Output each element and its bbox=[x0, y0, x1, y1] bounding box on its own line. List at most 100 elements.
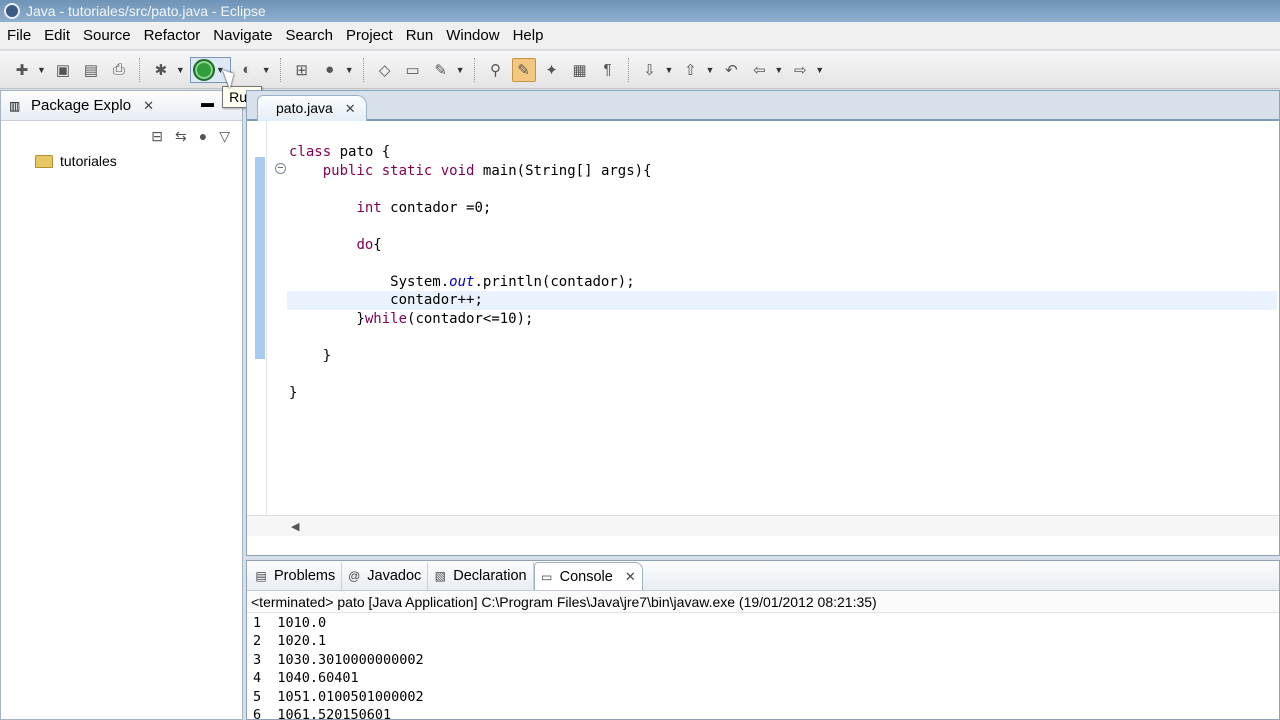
tree-item-label: tutoriales bbox=[60, 153, 117, 169]
package-explorer-tab[interactable]: ▥ Package Explo ✕ ▬ bbox=[1, 91, 242, 121]
console-status: <terminated> pato [Java Application] C:\… bbox=[247, 591, 1279, 613]
tab-console-label: Console bbox=[559, 568, 613, 585]
at-icon: @ bbox=[348, 569, 361, 583]
search-icon[interactable]: ⚲ bbox=[484, 58, 508, 82]
forward-dropdown-icon[interactable]: ▼ bbox=[815, 65, 824, 75]
code-editor[interactable]: − class pato { public static void main(S… bbox=[247, 121, 1279, 536]
run-icon[interactable] bbox=[192, 58, 215, 81]
code-line[interactable] bbox=[289, 328, 1277, 347]
menu-window[interactable]: Window bbox=[440, 22, 506, 50]
console-line: 5 1051.0100501000002 bbox=[253, 688, 424, 705]
tab-console[interactable]: ▭ Console ✕ bbox=[533, 562, 643, 590]
main-toolbar: ✚ ▼ ▣ ▤ ⎙ ✱ ▼ ▼ ◐ ▼ ⊞ ● ▼ ◇ ▭ ✎ ▼ ⚲ ✎ ✦ … bbox=[0, 51, 1280, 89]
open-type-icon[interactable]: ◇ bbox=[373, 58, 397, 82]
menu-refactor[interactable]: Refactor bbox=[138, 22, 208, 50]
range-indicator bbox=[255, 157, 265, 359]
save-all-icon[interactable]: ▤ bbox=[79, 58, 103, 82]
code-line[interactable] bbox=[289, 365, 1277, 384]
scroll-left-icon[interactable]: ◀ bbox=[291, 520, 299, 533]
open-task-icon[interactable]: ✎ bbox=[429, 58, 453, 82]
code-line[interactable]: }while(contador<=10); bbox=[289, 310, 1277, 329]
previous-annotation-icon[interactable]: ⇧ bbox=[678, 58, 702, 82]
tab-pato-java[interactable]: pato.java ✕ bbox=[257, 95, 367, 121]
new-java-project-icon[interactable]: ⊞ bbox=[290, 58, 314, 82]
menu-help[interactable]: Help bbox=[507, 22, 551, 50]
new-class-dropdown-icon[interactable]: ▼ bbox=[345, 65, 354, 75]
view-menu-icon[interactable]: ▽ bbox=[219, 128, 230, 145]
collapse-all-icon[interactable]: ⊟ bbox=[151, 128, 163, 145]
horizontal-scrollbar[interactable]: ◀ bbox=[247, 515, 1279, 536]
close-icon[interactable]: ✕ bbox=[625, 569, 636, 585]
focus-on-task-icon[interactable]: ● bbox=[199, 128, 207, 144]
fold-collapse-icon[interactable]: − bbox=[275, 163, 286, 174]
code-line[interactable]: contador++; bbox=[287, 291, 1277, 310]
declaration-icon: ▧ bbox=[434, 569, 446, 583]
toolbar-separator bbox=[362, 57, 365, 82]
back-dropdown-icon[interactable]: ▼ bbox=[774, 65, 783, 75]
close-icon[interactable]: ✕ bbox=[143, 98, 154, 114]
console-line: 4 1040.60401 bbox=[253, 670, 359, 687]
code-line[interactable]: do{ bbox=[289, 236, 1277, 255]
console-icon: ▭ bbox=[540, 569, 553, 584]
external-tools-dropdown-icon[interactable]: ▼ bbox=[262, 65, 271, 75]
menu-edit[interactable]: Edit bbox=[38, 22, 77, 50]
code-line[interactable]: public static void main(String[] args){ bbox=[289, 162, 1277, 181]
window-title-bar: Java - tutoriales/src/pato.java - Eclips… bbox=[0, 0, 1280, 22]
menu-project[interactable]: Project bbox=[340, 22, 400, 50]
open-task-dropdown-icon[interactable]: ▼ bbox=[456, 65, 465, 75]
bottom-panel: ▤ Problems @ Javadoc ▧ Declaration ▭ Con… bbox=[246, 560, 1280, 720]
code-text[interactable]: class pato { public static void main(Str… bbox=[287, 143, 1277, 403]
code-line[interactable]: int contador =0; bbox=[289, 199, 1277, 218]
editor-panel: pato.java ✕ − class pato { public static… bbox=[246, 90, 1280, 556]
code-line[interactable] bbox=[289, 254, 1277, 273]
code-line[interactable]: System.out.println(contador); bbox=[289, 273, 1277, 292]
code-line[interactable] bbox=[289, 217, 1277, 236]
tab-problems[interactable]: ▤ Problems bbox=[249, 562, 343, 590]
link-with-editor-icon[interactable]: ⇆ bbox=[175, 128, 187, 145]
menu-source[interactable]: Source bbox=[77, 22, 138, 50]
new-dropdown-icon[interactable]: ▼ bbox=[37, 65, 46, 75]
toggle-breadcrumb-icon[interactable]: ✦ bbox=[540, 58, 564, 82]
menu-search[interactable]: Search bbox=[279, 22, 340, 50]
code-line[interactable]: } bbox=[289, 347, 1277, 366]
window-title: Java - tutoriales/src/pato.java - Eclips… bbox=[26, 3, 266, 19]
tab-declaration[interactable]: ▧ Declaration bbox=[428, 562, 534, 590]
open-folder-icon[interactable]: ▭ bbox=[401, 58, 425, 82]
debug-icon[interactable]: ✱ bbox=[149, 58, 173, 82]
code-line[interactable]: } bbox=[289, 384, 1277, 403]
code-line[interactable] bbox=[289, 180, 1277, 199]
last-edit-location-icon[interactable]: ↶ bbox=[719, 58, 743, 82]
tab-javadoc[interactable]: @ Javadoc bbox=[342, 562, 429, 590]
save-icon[interactable]: ▣ bbox=[51, 58, 75, 82]
console-output[interactable]: 1 1010.0 2 1020.1 3 1030.3010000000002 4 10… bbox=[247, 613, 1279, 720]
menu-run[interactable]: Run bbox=[400, 22, 441, 50]
package-explorer-panel: ▥ Package Explo ✕ ▬ ⊟ ⇆ ● ▽ tutoriales bbox=[0, 90, 243, 720]
previous-annotation-dropdown-icon[interactable]: ▼ bbox=[705, 65, 714, 75]
menu-file[interactable]: File bbox=[1, 22, 38, 50]
debug-dropdown-icon[interactable]: ▼ bbox=[176, 65, 185, 75]
toolbar-separator bbox=[473, 57, 476, 82]
next-annotation-icon[interactable]: ⇩ bbox=[638, 58, 662, 82]
next-annotation-dropdown-icon[interactable]: ▼ bbox=[665, 65, 674, 75]
console-line: 2 1020.1 bbox=[253, 633, 327, 650]
menu-navigate[interactable]: Navigate bbox=[207, 22, 279, 50]
back-icon[interactable]: ⇦ bbox=[747, 58, 771, 82]
project-folder-icon bbox=[35, 154, 53, 168]
external-tools-icon[interactable]: ◐ bbox=[235, 58, 259, 82]
show-whitespace-icon[interactable]: ¶ bbox=[596, 58, 620, 82]
mark-occurrences-icon[interactable]: ✎ bbox=[511, 57, 536, 82]
bottom-tab-row: ▤ Problems @ Javadoc ▧ Declaration ▭ Con… bbox=[247, 561, 1279, 591]
code-line[interactable]: class pato { bbox=[289, 143, 1277, 162]
tree-item-tutoriales[interactable]: tutoriales bbox=[1, 151, 242, 171]
close-icon[interactable]: ✕ bbox=[345, 101, 356, 116]
minimize-icon[interactable]: ▬ bbox=[201, 95, 214, 110]
print-icon[interactable]: ⎙ bbox=[107, 58, 131, 82]
block-selection-icon[interactable]: ▦ bbox=[568, 58, 592, 82]
new-class-icon[interactable]: ● bbox=[318, 58, 342, 82]
toolbar-separator bbox=[279, 57, 282, 82]
problems-icon: ▤ bbox=[255, 569, 267, 583]
new-icon[interactable]: ✚ bbox=[10, 58, 34, 82]
tab-declaration-label: Declaration bbox=[453, 568, 527, 584]
forward-icon[interactable]: ⇨ bbox=[788, 58, 812, 82]
annotation-ruler bbox=[249, 121, 267, 536]
